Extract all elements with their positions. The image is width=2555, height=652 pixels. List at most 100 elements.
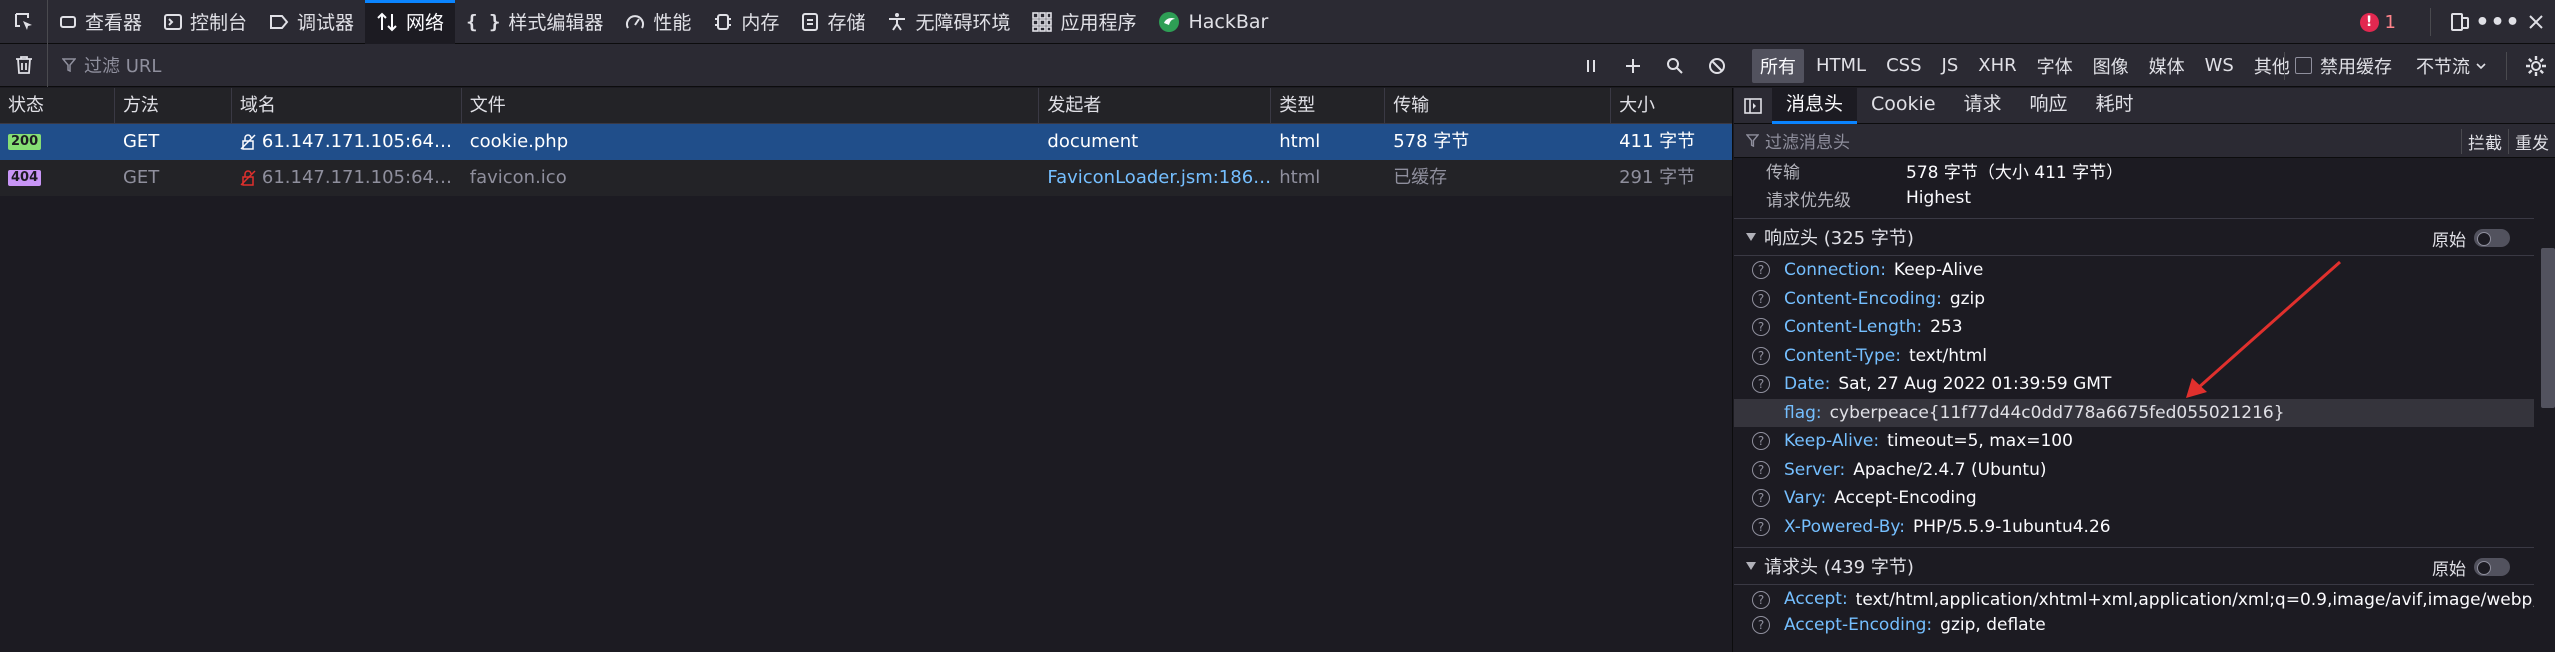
tab-performance[interactable]: 性能 (614, 0, 702, 44)
tab-accessibility[interactable]: 无障碍环境 (876, 0, 1021, 44)
column-type[interactable]: 类型 (1271, 87, 1386, 124)
request-type-filters: 所有 HTML CSS JS XHR 字体 图像 媒体 WS 其他 (1752, 44, 2302, 87)
tab-inspector[interactable]: 查看器 (48, 0, 153, 44)
tab-request[interactable]: 请求 (1950, 88, 2016, 124)
resend-button[interactable]: 重发 (2508, 128, 2555, 154)
block-button[interactable]: 拦截 (2461, 128, 2508, 154)
type-filter-ws[interactable]: WS (2197, 51, 2242, 80)
column-status[interactable]: 状态 (0, 87, 115, 124)
tab-cookies[interactable]: Cookie (1857, 88, 1950, 124)
header-row[interactable]: ? X-Powered-By: PHP/5.5.9-1ubuntu4.26 (1734, 513, 2534, 542)
block-url-button[interactable] (1696, 44, 1738, 87)
header-row[interactable]: ? Keep-Alive: timeout=5, max=100 (1734, 427, 2534, 456)
new-request-button[interactable] (1612, 44, 1654, 87)
help-icon[interactable]: ? (1752, 289, 1770, 308)
tab-memory[interactable]: 内存 (702, 0, 790, 44)
help-icon[interactable]: ? (1752, 318, 1770, 337)
tab-hackbar[interactable]: HackBar (1147, 0, 1279, 44)
help-icon[interactable]: ? (1752, 261, 1770, 280)
initiator-link[interactable]: FaviconLoader.jsm:186 (i... (1039, 160, 1271, 196)
request-headers-section[interactable]: 请求头 (439 字节) 原始 (1734, 547, 2534, 585)
header-row[interactable]: ? Content-Type: text/html (1734, 342, 2534, 371)
type-filter-xhr[interactable]: XHR (1970, 51, 2024, 80)
tab-network[interactable]: 网络 (365, 0, 456, 44)
network-settings-button[interactable] (2517, 44, 2555, 88)
help-icon[interactable]: ? (1752, 517, 1770, 536)
type-filter-html[interactable]: HTML (1808, 51, 1874, 80)
type-filter-all[interactable]: 所有 (1752, 48, 1804, 83)
header-row[interactable]: ? Accept: text/html,application/xhtml+xml,… (1734, 585, 2534, 611)
column-method[interactable]: 方法 (115, 87, 232, 124)
clear-requests-button[interactable] (0, 43, 48, 87)
tab-debugger[interactable]: 调试器 (258, 0, 365, 44)
header-row[interactable]: ? Date: Sat, 27 Aug 2022 01:39:59 GMT (1734, 370, 2534, 399)
close-devtools-button[interactable] (2517, 0, 2555, 44)
tab-storage[interactable]: 存储 (790, 0, 876, 44)
toggle-switch[interactable] (2474, 229, 2510, 247)
throttling-select[interactable]: 不节流 (2416, 53, 2486, 79)
help-icon[interactable]: ? (1752, 346, 1770, 365)
tab-timings[interactable]: 耗时 (2082, 88, 2148, 124)
tab-response[interactable]: 响应 (2016, 88, 2082, 124)
pause-button[interactable] (1570, 44, 1612, 87)
raw-headers-toggle[interactable]: 原始 (2432, 219, 2510, 257)
type-filter-media[interactable]: 媒体 (2141, 49, 2193, 83)
header-row[interactable]: ? Content-Encoding: gzip (1734, 285, 2534, 314)
raw-headers-toggle[interactable]: 原始 (2432, 548, 2510, 586)
type-filter-css[interactable]: CSS (1878, 51, 1929, 80)
domain-cell: 61.147.171.105:64775 (232, 160, 462, 196)
disable-cache-checkbox[interactable] (2295, 57, 2312, 74)
header-row[interactable]: ? Content-Length: 253 (1734, 313, 2534, 342)
devtools-toolbar: 查看器 控制台 调试器 网络 { } 样式编辑器 性能 内存 存储 无障碍环境 … (0, 0, 2555, 44)
header-value: text/html,application/xhtml+xml,applicat… (1855, 590, 2534, 610)
search-button[interactable] (1654, 44, 1696, 87)
type-cell: html (1279, 131, 1321, 152)
tab-label: 调试器 (297, 12, 355, 34)
column-file[interactable]: 文件 (462, 87, 1040, 124)
tab-style-editor[interactable]: { } 样式编辑器 (455, 0, 614, 44)
header-row[interactable]: ? Accept-Encoding: gzip, deflate (1734, 611, 2534, 640)
header-name: Content-Length: (1784, 317, 1923, 338)
header-row[interactable]: ? Vary: Accept-Encoding (1734, 484, 2534, 513)
transfer-cell: 已缓存 (1393, 167, 1448, 188)
header-row[interactable]: ? Server: Apache/2.4.7 (Ubuntu) (1734, 456, 2534, 485)
help-icon[interactable]: ? (1752, 591, 1770, 609)
table-row[interactable]: 404 GET 61.147.171.105:64775 favicon.ico… (0, 160, 1732, 196)
column-transfer[interactable]: 传输 (1385, 87, 1612, 124)
table-row[interactable]: 200 GET 61.147.171.105:64775 cookie.php … (0, 124, 1732, 160)
response-headers-section[interactable]: 响应头 (325 字节) 原始 (1734, 218, 2534, 256)
help-icon[interactable]: ? (1752, 616, 1770, 635)
column-size[interactable]: 大小 (1611, 88, 1732, 124)
vertical-scrollbar[interactable] (2541, 248, 2555, 408)
type-filter-images[interactable]: 图像 (2085, 49, 2137, 83)
tab-application[interactable]: 应用程序 (1021, 0, 1147, 44)
error-count-badge[interactable]: ! 1 (2359, 12, 2396, 33)
help-icon[interactable]: ? (1752, 432, 1770, 451)
column-domain[interactable]: 域名 (232, 87, 462, 124)
headers-actions: 拦截 重发 (2461, 124, 2555, 158)
element-picker-button[interactable] (0, 0, 48, 44)
column-initiator[interactable]: 发起者 (1039, 87, 1272, 124)
header-row-flag[interactable]: flag: cyberpeace{11f77d44c0dd778a6675fed0… (1734, 398, 2534, 427)
headers-filter-input[interactable]: 过滤消息头 拦截 重发 (1734, 124, 2555, 158)
method-cell: GET (122, 167, 160, 188)
more-options-button[interactable]: ••• (2475, 0, 2519, 44)
type-filter-fonts[interactable]: 字体 (2029, 49, 2081, 83)
accessibility-icon (887, 12, 907, 32)
block-icon (1709, 57, 1725, 74)
toggle-sidebar-button[interactable] (1734, 88, 1772, 124)
type-filter-js[interactable]: JS (1934, 51, 1967, 80)
tab-console[interactable]: 控制台 (153, 0, 258, 44)
toggle-switch[interactable] (2474, 558, 2510, 576)
help-icon[interactable]: ? (1752, 460, 1770, 479)
help-icon[interactable]: ? (1752, 375, 1770, 394)
tab-headers[interactable]: 消息头 (1772, 87, 1858, 124)
dock-options-button[interactable] (2441, 0, 2479, 44)
gear-icon (2526, 55, 2546, 76)
header-row[interactable]: ? Connection: Keep-Alive (1734, 256, 2534, 285)
header-name: Accept-Encoding: (1784, 615, 1933, 636)
help-icon[interactable]: ? (1752, 489, 1770, 508)
headers-content: 传输 578 字节（大小 411 字节） 请求优先级 Highest 响应头 (… (1734, 158, 2534, 652)
url-filter-input[interactable]: 过滤 URL (48, 44, 1568, 87)
style-editor-icon: { } (466, 10, 501, 33)
